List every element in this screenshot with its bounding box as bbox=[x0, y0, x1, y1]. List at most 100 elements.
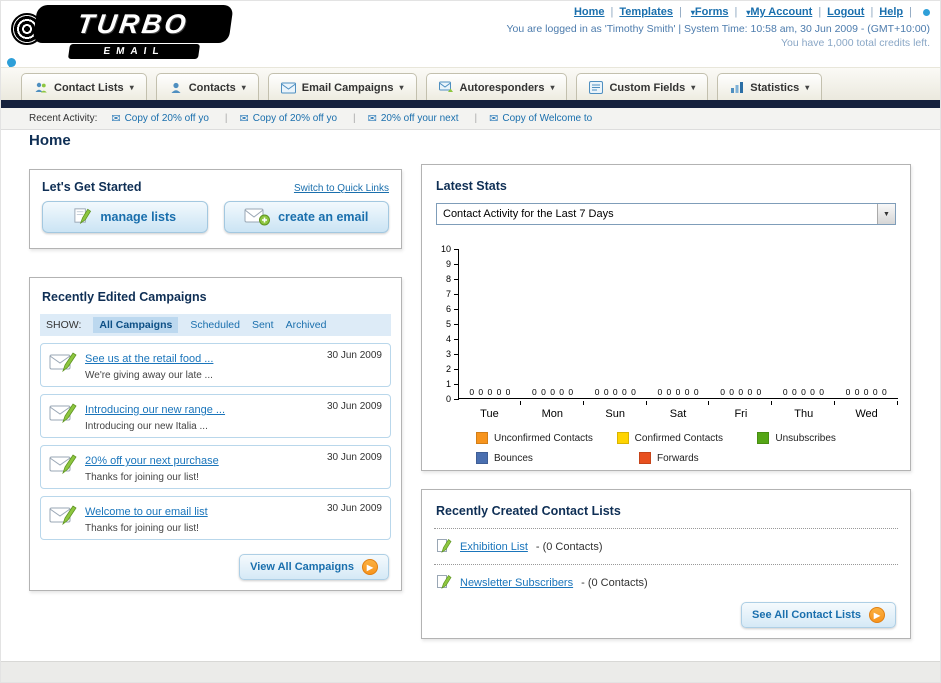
tab-label: Autoresponders bbox=[459, 81, 545, 94]
manage-lists-button[interactable]: manage lists bbox=[42, 201, 208, 233]
recent-activity-item[interactable]: ✉ Copy of 20% off yo bbox=[240, 112, 368, 125]
campaign-item[interactable]: Welcome to our email list Thanks for joi… bbox=[40, 496, 391, 540]
arrow-right-icon: ▶ bbox=[362, 559, 378, 575]
envelope-icon: ✉ bbox=[367, 113, 377, 125]
chart-value-group: 0 0 0 0 0 bbox=[657, 387, 700, 397]
campaign-item[interactable]: Introducing our new range ... Introducin… bbox=[40, 394, 391, 438]
legend-label: Unsubscribes bbox=[775, 432, 836, 444]
logo-primary-text: TURBO bbox=[75, 8, 191, 39]
chevron-down-icon: ▾ bbox=[550, 83, 555, 92]
recent-activity-item[interactable]: ✉ 20% off your next bbox=[368, 112, 489, 125]
pencil-list-icon bbox=[73, 206, 92, 228]
campaign-filter-bar: SHOW: All Campaigns Scheduled Sent Archi… bbox=[40, 314, 391, 336]
y-axis-tick-label: 4 bbox=[445, 334, 451, 344]
tab-contacts[interactable]: Contacts ▾ bbox=[155, 73, 259, 101]
recent-activity-item[interactable]: ✉ Copy of Welcome to bbox=[489, 112, 592, 125]
campaign-title-link[interactable]: Welcome to our email list bbox=[85, 506, 208, 518]
campaign-subtitle: Thanks for joining our list! bbox=[85, 472, 199, 483]
tab-contact-lists[interactable]: Contact Lists ▾ bbox=[21, 73, 147, 101]
legend-row-1: Unconfirmed Contacts Confirmed Contacts Un… bbox=[476, 432, 898, 444]
legend-item: Confirmed Contacts bbox=[616, 432, 758, 444]
recent-campaigns-panel: Recently Edited Campaigns SHOW: All Camp… bbox=[29, 277, 402, 591]
x-axis-tick-label: Wed bbox=[855, 408, 878, 420]
filter-scheduled[interactable]: Scheduled bbox=[190, 319, 240, 331]
legend-label: Forwards bbox=[657, 452, 699, 464]
top-nav: Home Templates Forms My Account Logout H… bbox=[574, 6, 930, 18]
campaign-date: 30 Jun 2009 bbox=[326, 350, 382, 361]
envelope-pencil-icon bbox=[49, 451, 77, 483]
main-tab-bar: Contact Lists ▾ Contacts ▾ Email Campaig… bbox=[1, 67, 940, 101]
contacts-icon bbox=[169, 81, 183, 95]
header: TURBO EMAIL Home Templates Forms My Acco… bbox=[1, 1, 940, 108]
x-axis-tick-label: Fri bbox=[734, 408, 748, 420]
view-all-campaigns-label: View All Campaigns bbox=[250, 561, 354, 573]
campaign-title-link[interactable]: 20% off your next purchase bbox=[85, 455, 219, 467]
chevron-down-icon: ▾ bbox=[805, 83, 810, 92]
tab-label: Statistics bbox=[750, 81, 800, 94]
campaign-item[interactable]: 20% off your next purchase Thanks for jo… bbox=[40, 445, 391, 489]
recent-activity-text: Copy of 20% off yo bbox=[124, 113, 209, 124]
envelope-icon: ✉ bbox=[239, 113, 249, 125]
contact-list-link[interactable]: Newsletter Subscribers bbox=[460, 577, 573, 589]
create-email-button[interactable]: create an email bbox=[223, 201, 389, 233]
campaign-date: 30 Jun 2009 bbox=[326, 452, 382, 463]
contact-list-link[interactable]: Exhibition List bbox=[460, 541, 528, 553]
statistics-icon bbox=[730, 81, 744, 94]
tab-label: Contact Lists bbox=[54, 81, 124, 94]
campaign-date: 30 Jun 2009 bbox=[326, 401, 382, 412]
legend-item: Unconfirmed Contacts bbox=[476, 432, 617, 444]
pencil-icon bbox=[436, 573, 452, 592]
switch-quick-links-link[interactable]: Switch to Quick Links bbox=[294, 183, 389, 194]
campaign-title-link[interactable]: Introducing our new range ... bbox=[85, 404, 225, 416]
nav-help-link[interactable]: Help bbox=[879, 6, 918, 18]
y-axis-tick-label: 0 bbox=[445, 394, 451, 404]
campaign-title-link[interactable]: See us at the retail food ... bbox=[85, 353, 213, 365]
nav-logout-link[interactable]: Logout bbox=[827, 6, 879, 18]
y-axis-tick-label: 9 bbox=[445, 259, 451, 269]
nav-my-account-link[interactable]: My Account bbox=[750, 6, 827, 18]
nav-home-link[interactable]: Home bbox=[574, 6, 619, 18]
tab-email-campaigns[interactable]: Email Campaigns ▾ bbox=[267, 73, 417, 101]
nav-forms-link[interactable]: Forms bbox=[695, 6, 751, 18]
manage-lists-label: manage lists bbox=[100, 210, 177, 224]
contact-list-item[interactable]: Newsletter Subscribers - (0 Contacts) bbox=[422, 565, 910, 600]
recent-activity-text: 20% off your next bbox=[380, 113, 459, 124]
footer-strip bbox=[1, 661, 940, 682]
chart-value-group: 0 0 0 0 0 bbox=[782, 387, 825, 397]
y-axis-tick-label: 5 bbox=[445, 319, 451, 329]
recent-activity-item[interactable]: ✉ Copy of 20% off yo bbox=[111, 112, 239, 125]
y-axis-tick-label: 2 bbox=[445, 364, 451, 374]
filter-archived[interactable]: Archived bbox=[286, 319, 327, 331]
see-all-contact-lists-button[interactable]: See All Contact Lists ▶ bbox=[740, 602, 896, 628]
logo-wordmark: TURBO bbox=[32, 5, 234, 43]
tab-autoresponders[interactable]: Autoresponders ▾ bbox=[425, 73, 568, 101]
envelope-icon: ✉ bbox=[111, 113, 121, 125]
page-title: Home bbox=[29, 132, 71, 149]
contact-lists-title: Recently Created Contact Lists bbox=[436, 504, 621, 518]
campaign-item[interactable]: See us at the retail food ... We're givi… bbox=[40, 343, 391, 387]
nav-templates-link[interactable]: Templates bbox=[619, 6, 694, 18]
stats-period-select[interactable]: Contact Activity for the Last 7 Days ▼ bbox=[436, 203, 896, 225]
recent-contact-lists-panel: Recently Created Contact Lists Exhibitio… bbox=[421, 489, 911, 639]
x-axis-tick-label: Mon bbox=[541, 408, 563, 420]
recent-activity-text: Copy of 20% off yo bbox=[252, 113, 338, 124]
recent-activity-label: Recent Activity: bbox=[29, 113, 98, 124]
tab-custom-fields[interactable]: Custom Fields ▾ bbox=[576, 73, 709, 101]
tab-label: Email Campaigns bbox=[301, 81, 394, 94]
page: TURBO EMAIL Home Templates Forms My Acco… bbox=[0, 0, 941, 683]
email-campaigns-icon bbox=[280, 82, 296, 94]
contact-list-item[interactable]: Exhibition List - (0 Contacts) bbox=[422, 529, 910, 564]
legend-item: Unsubscribes bbox=[757, 432, 898, 444]
latest-stats-panel: Latest Stats Contact Activity for the La… bbox=[421, 164, 911, 471]
legend-swatch bbox=[476, 432, 488, 444]
filter-sent[interactable]: Sent bbox=[252, 319, 274, 331]
chevron-down-icon: ▾ bbox=[241, 83, 246, 92]
x-axis-tick-label: Sun bbox=[605, 408, 625, 420]
select-dropdown-arrow-icon: ▼ bbox=[877, 204, 895, 224]
view-all-campaigns-button[interactable]: View All Campaigns ▶ bbox=[239, 554, 389, 580]
chevron-down-icon: ▾ bbox=[399, 83, 404, 92]
tab-statistics[interactable]: Statistics ▾ bbox=[717, 73, 823, 101]
filter-all-campaigns[interactable]: All Campaigns bbox=[93, 317, 179, 333]
envelope-plus-icon bbox=[244, 206, 271, 229]
envelope-icon: ✉ bbox=[489, 113, 499, 125]
